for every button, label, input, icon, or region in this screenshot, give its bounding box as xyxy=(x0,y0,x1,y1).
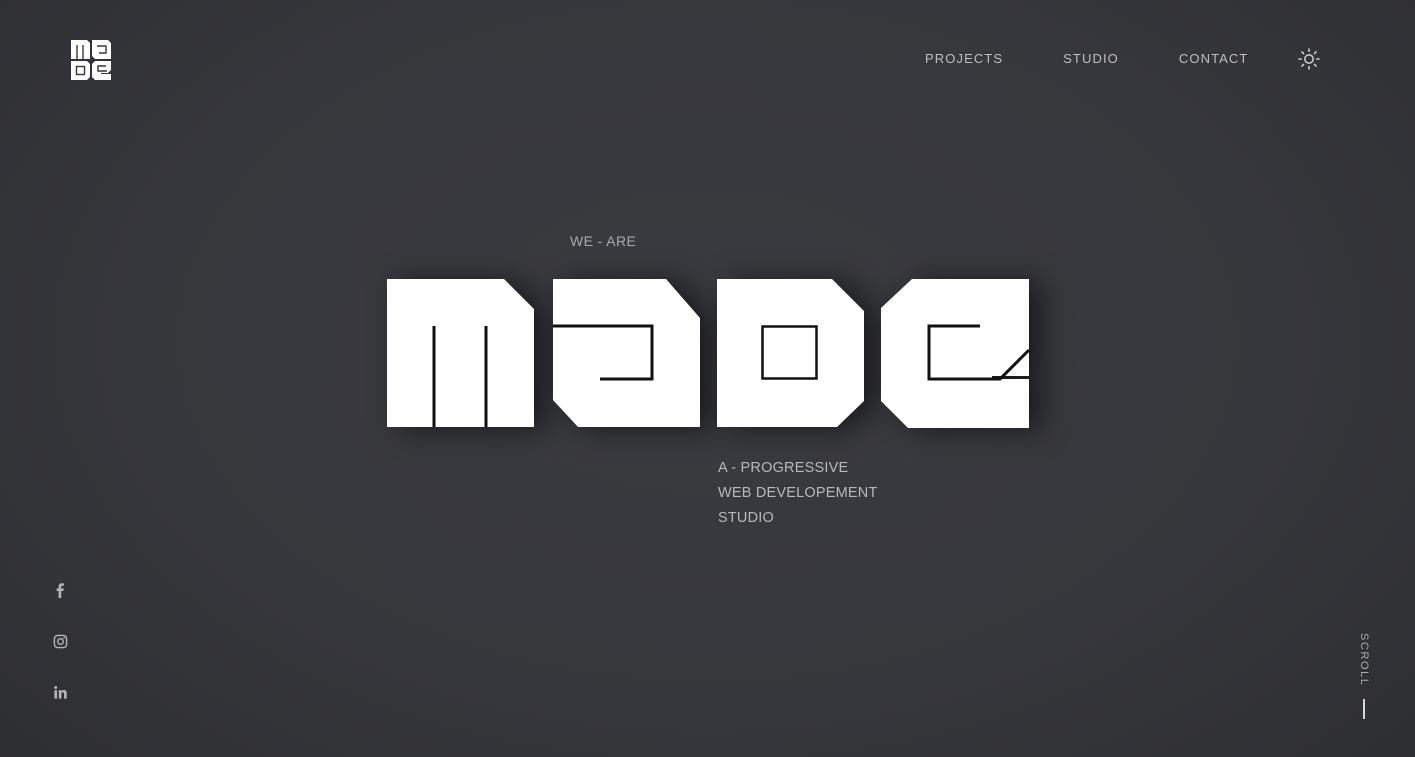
hero-tagline: A - PROGRESSIVE WEB DEVELOPEMENT STUDIO xyxy=(718,456,878,531)
tagline-line-2: WEB DEVELOPEMENT xyxy=(718,485,878,501)
linkedin-link[interactable] xyxy=(50,682,70,702)
nav-item-projects[interactable]: PROJECTS xyxy=(925,51,1003,66)
nav-item-contact[interactable]: CONTACT xyxy=(1179,51,1249,66)
scroll-label[interactable]: SCROLL xyxy=(1356,633,1370,691)
wordmark-letter-e xyxy=(881,279,1031,428)
wordmark-letter-m xyxy=(387,279,534,427)
instagram-icon xyxy=(53,634,67,648)
hero-pre-title: WE - ARE xyxy=(570,233,637,249)
wordmark-letter-a xyxy=(553,279,700,427)
made-logo-mark-icon[interactable] xyxy=(71,40,111,80)
facebook-link[interactable] xyxy=(50,580,70,600)
instagram-link[interactable] xyxy=(50,631,70,651)
tagline-line-1: A - PROGRESSIVE xyxy=(718,460,849,476)
made-wordmark-icon xyxy=(387,279,1031,428)
linkedin-icon xyxy=(53,685,67,699)
wordmark-letter-d xyxy=(717,279,864,427)
scroll-line xyxy=(1363,699,1365,719)
main-nav: PROJECTS STUDIO CONTACT xyxy=(925,50,1248,66)
tagline-line-3: STUDIO xyxy=(718,510,774,526)
facebook-icon xyxy=(56,583,64,598)
sun-icon[interactable] xyxy=(1297,47,1321,71)
nav-item-studio[interactable]: STUDIO xyxy=(1063,51,1119,66)
